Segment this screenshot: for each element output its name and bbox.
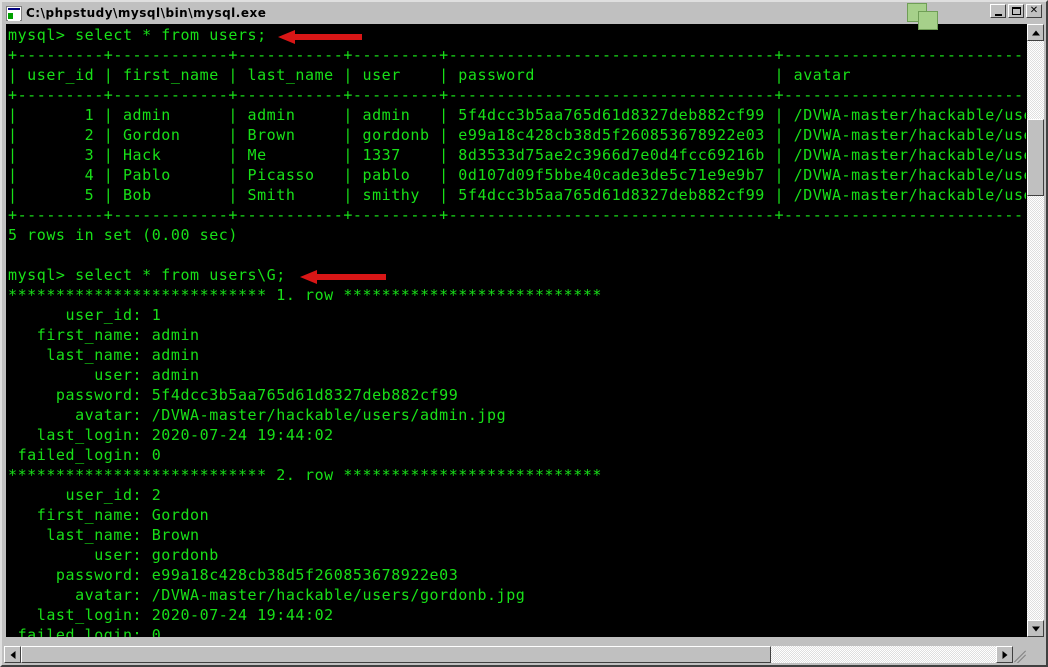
chevron-right-icon (1002, 650, 1007, 659)
terminal-line: last_login: 2020-07-24 19:44:02 (8, 606, 334, 624)
terminal-line: password: e99a18c428cb38d5f260853678922e… (8, 566, 459, 584)
window-title: C:\phpstudy\mysql\bin\mysql.exe (26, 6, 267, 20)
terminal-line: *************************** 1. row *****… (8, 286, 603, 304)
close-button[interactable]: ✕ (1026, 4, 1042, 18)
terminal-line: first_name: Gordon (8, 506, 210, 524)
terminal-line: *************************** 2. row *****… (8, 466, 603, 484)
horizontal-scrollbar[interactable] (4, 646, 1030, 663)
terminal-line: mysql> select * from users\G; (8, 266, 286, 284)
terminal-line: failed_login: 0 (8, 626, 162, 637)
terminal-output-area[interactable]: mysql> select * from users; +---------+--… (6, 24, 1027, 637)
maximize-button[interactable] (1008, 4, 1024, 18)
console-window: C:\phpstudy\mysql\bin\mysql.exe ✕ mysql>… (0, 0, 1048, 667)
scroll-up-button[interactable] (1027, 24, 1044, 41)
scroll-right-button[interactable] (996, 646, 1013, 663)
resize-grip[interactable] (1013, 646, 1030, 663)
terminal-line: user: gordonb (8, 546, 219, 564)
title-bar[interactable]: C:\phpstudy\mysql\bin\mysql.exe (4, 4, 1044, 22)
terminal-line: password: 5f4dcc3b5aa765d61d8327deb882cf… (8, 386, 459, 404)
terminal-line: 5 rows in set (0.00 sec) (8, 226, 238, 244)
terminal-line: last_name: admin (8, 346, 200, 364)
terminal-line: last_name: Brown (8, 526, 200, 544)
terminal-line: avatar: /DVWA-master/hackable/users/gord… (8, 586, 526, 604)
terminal-line: | 2 | Gordon | Brown | gordonb | e99a18c… (8, 126, 1026, 144)
scroll-down-button[interactable] (1027, 620, 1044, 637)
terminal-line: +---------+------------+-----------+----… (8, 46, 1026, 64)
scroll-left-button[interactable] (4, 646, 21, 663)
terminal-line: | user_id | first_name | last_name | use… (8, 66, 852, 84)
vertical-scrollbar-thumb[interactable] (1027, 119, 1044, 196)
terminal-line: mysql> select * from users; (8, 26, 267, 44)
chevron-left-icon (10, 650, 15, 659)
chevron-up-icon (1031, 30, 1040, 35)
terminal-line: last_login: 2020-07-24 19:44:02 (8, 426, 334, 444)
terminal-text: mysql> select * from users; +---------+--… (8, 25, 1026, 637)
minimize-button[interactable] (990, 4, 1006, 18)
terminal-line: failed_login: 0 (8, 446, 162, 464)
terminal-line: first_name: admin (8, 326, 200, 344)
close-icon: ✕ (1029, 5, 1039, 16)
green-square-front (918, 11, 938, 30)
terminal-line: | 3 | Hack | Me | 1337 | 8d3533d75ae2c39… (8, 146, 1026, 164)
vertical-scrollbar[interactable] (1027, 24, 1044, 637)
terminal-line: avatar: /DVWA-master/hackable/users/admi… (8, 406, 507, 424)
terminal-line: | 4 | Pablo | Picasso | pablo | 0d107d09… (8, 166, 1026, 184)
terminal-line: +---------+------------+-----------+----… (8, 86, 1026, 104)
minimize-icon (991, 5, 1005, 17)
terminal-line: user_id: 2 (8, 486, 162, 504)
horizontal-scrollbar-thumb[interactable] (21, 646, 771, 663)
maximize-icon (1009, 5, 1023, 17)
green-squares-graphic (907, 3, 941, 33)
console-window-icon (6, 5, 22, 21)
terminal-line: | 5 | Bob | Smith | smithy | 5f4dcc3b5aa… (8, 186, 1026, 204)
window-controls[interactable]: ✕ (990, 4, 1042, 18)
terminal-line: | 1 | admin | admin | admin | 5f4dcc3b5a… (8, 106, 1026, 124)
terminal-line: user: admin (8, 366, 200, 384)
chevron-down-icon (1031, 626, 1040, 631)
terminal-line: +---------+------------+-----------+----… (8, 206, 1026, 224)
terminal-line: user_id: 1 (8, 306, 162, 324)
